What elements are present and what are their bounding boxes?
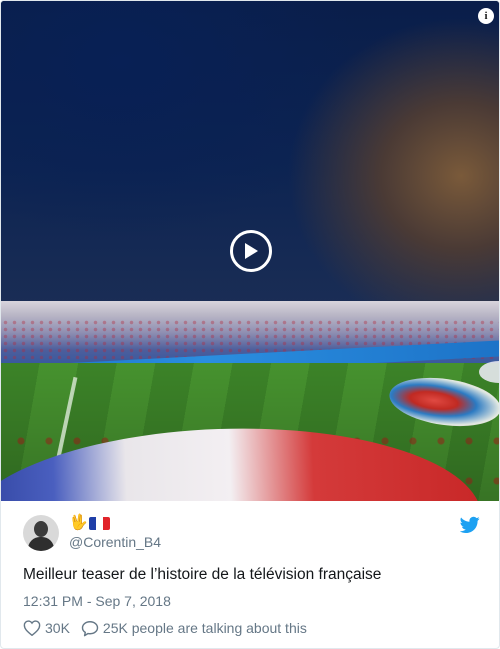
like-count: 30K [45, 620, 70, 636]
display-name[interactable]: 🖖 [69, 514, 110, 532]
avatar[interactable] [23, 515, 59, 551]
speech-bubble-icon [81, 620, 99, 636]
user-handle[interactable]: @Corentin_B4 [69, 534, 161, 551]
heart-icon [23, 620, 41, 636]
tweet-timestamp[interactable]: 12:31 PM - Sep 7, 2018 [23, 592, 171, 610]
tweet-text: Meilleur teaser de l’histoire de la télé… [23, 566, 382, 583]
tweet-embed-card: i 🖖 @Corentin_B4 Meilleur teaser de l’hi… [0, 0, 500, 649]
video-player[interactable]: i [1, 1, 499, 501]
like-button[interactable]: 30K [23, 620, 81, 636]
info-icon[interactable]: i [478, 8, 494, 24]
play-button[interactable] [230, 230, 272, 272]
vulcan-salute-emoji: 🖖 [69, 514, 88, 531]
twitter-bird-icon[interactable] [460, 516, 480, 534]
play-icon [245, 243, 258, 259]
tweet-body: 🖖 @Corentin_B4 Meilleur teaser de l’hist… [1, 501, 499, 648]
talking-count: 25K people are talking about this [102, 620, 307, 636]
tweet-actions: 30K 25K people are talking about this [23, 618, 307, 638]
french-flag-icon [88, 516, 110, 530]
talking-link[interactable]: 25K people are talking about this [81, 620, 307, 637]
